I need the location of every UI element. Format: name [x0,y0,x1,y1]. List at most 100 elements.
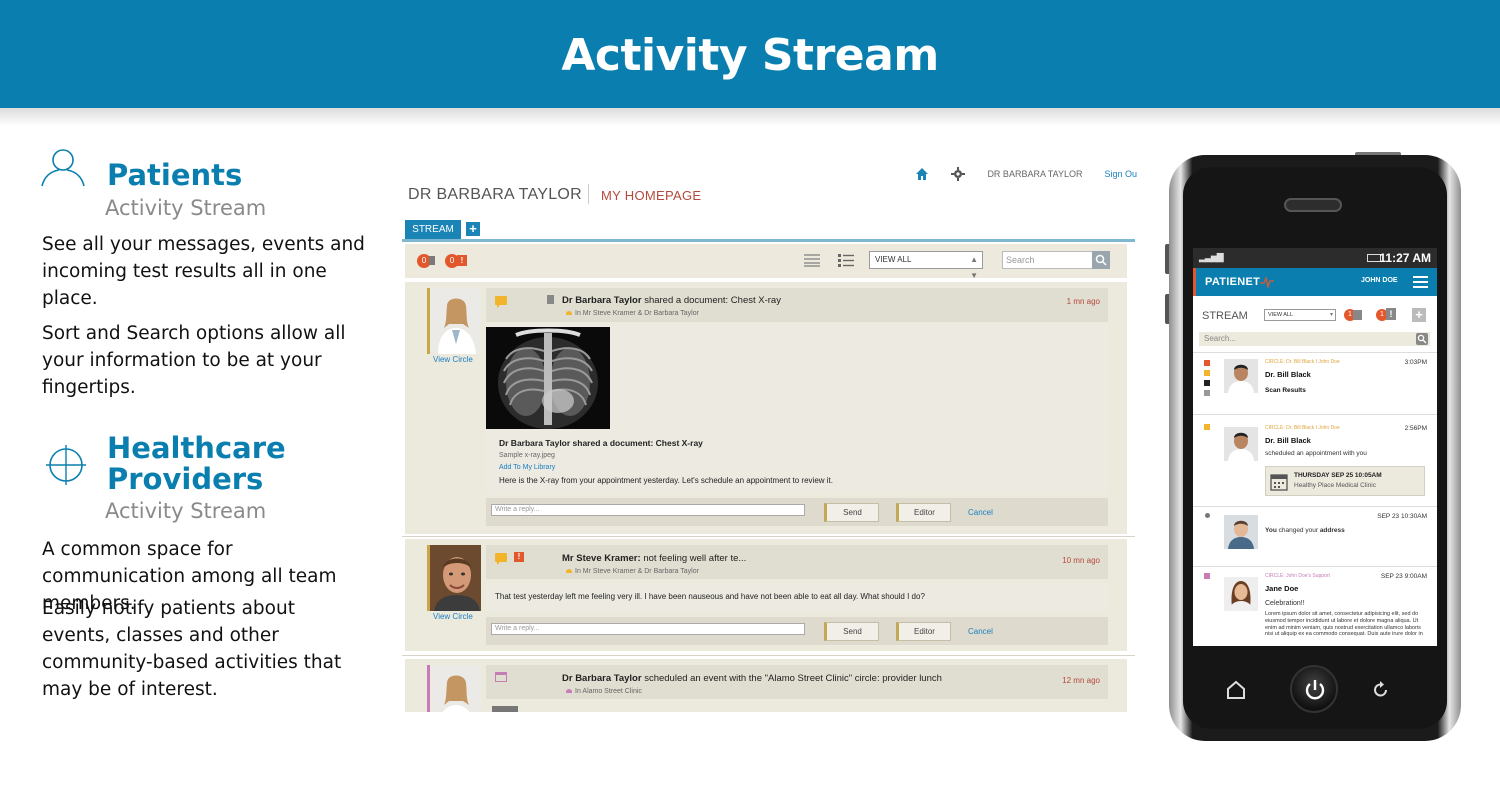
alert-icon: ! [457,255,467,266]
send-button[interactable]: Send [824,622,879,641]
reply-input[interactable]: Write a reply... [491,504,805,516]
post-action: shared a document: Chest X-ray [644,295,781,306]
document-icon [547,295,554,304]
item-text: scheduled an appointment with you [1265,450,1367,457]
item-author: Dr. Bill Black [1265,436,1311,445]
post-time: 1 mn ago [1066,297,1100,306]
message-icon [429,256,435,265]
item-text: You changed your address [1265,527,1345,534]
view-circle-link[interactable]: View Circle [433,355,473,364]
page-title: Activity Stream [561,30,939,81]
compact-list-icon[interactable] [803,253,821,267]
avatar[interactable] [427,665,481,712]
document-icon [1204,390,1210,396]
avatar [1224,359,1258,393]
heartbeat-icon [1260,276,1274,288]
patients-title: Patients [107,158,243,192]
phone-user-name[interactable]: JOHN DOE [1361,277,1398,284]
sign-out-link[interactable]: Sign Ou [1104,169,1137,179]
stream-post: View Circle ! Mr Steve Kramer: not feeli… [405,539,1127,651]
power-home-button[interactable] [1290,665,1338,713]
view-all-select[interactable]: VIEW ALL ▾ [1264,309,1336,321]
post-circle: In Mr Steve Kramer & Dr Barbara Taylor [566,310,699,317]
reply-bar: Write a reply... Send Editor Cancel [486,617,1108,645]
stream-item[interactable]: SEP 23 10:30AM You changed your address [1193,506,1437,566]
item-title: Celebration!! [1265,600,1305,607]
post-message: Here is the X-ray from your appointment … [499,476,833,485]
alert-icon: ! [1386,308,1396,320]
add-button[interactable]: + [1412,308,1426,322]
select-arrow-icon: ▲ ▼ [970,255,978,280]
stream-item[interactable]: CIRCLE: John Doe's Support SEP 23 9:00AM… [1193,566,1437,646]
add-to-library-link[interactable]: Add To My Library [499,464,555,471]
view-all-value: VIEW ALL [1268,312,1294,318]
stream-item[interactable]: CIRCLE: Dr. Bill Black I John Doe 3:03PM… [1193,352,1437,414]
providers-title-2: Providers [107,462,264,496]
refresh-icon[interactable] [1371,680,1391,700]
alert-icon [1204,360,1210,366]
view-circle-link[interactable]: View Circle [433,612,473,621]
editor-button[interactable]: Editor [896,622,951,641]
send-button[interactable]: Send [824,503,879,522]
status-time: 11:27 AM [1379,251,1431,265]
hamburger-menu-icon[interactable] [1413,276,1428,288]
post-author[interactable]: Mr Steve Kramer: [562,553,641,564]
event-card[interactable]: THURSDAY SEP 25 10:05AM Healthy Place Me… [1265,466,1425,496]
tab-stream[interactable]: STREAM [405,220,461,239]
message-icon [495,296,507,308]
calendar-icon [495,672,507,682]
search-input[interactable]: Search [1002,251,1110,269]
post-author[interactable]: Dr Barbara Taylor [562,295,642,306]
my-homepage-link[interactable]: MY HOMEPAGE [601,188,701,203]
search-placeholder: Search [1006,255,1035,265]
post-message: That test yesterday left me feeling very… [495,592,925,601]
patient-icon [41,149,85,187]
home-icon[interactable] [915,167,929,181]
xray-image[interactable] [486,327,610,429]
circle-icon [566,689,572,694]
item-time: 3:03PM [1404,359,1427,366]
providers-title: Healthcare [107,431,286,465]
gear-icon[interactable] [951,167,966,181]
home-icon[interactable] [1226,680,1246,700]
reply-input[interactable]: Write a reply... [491,623,805,635]
post-title: Mr Steve Kramer: not feeling well after … [562,553,746,564]
post-divider [402,536,1135,537]
avatar[interactable] [427,288,481,354]
document-filename: Sample x-ray.jpeg [499,452,555,459]
header-banner: Activity Stream [0,0,1500,108]
post-author[interactable]: Dr Barbara Taylor [562,673,642,684]
add-tab-button[interactable]: + [466,222,480,236]
item-time: 2:56PM [1404,425,1427,432]
signal-icon: ▂▃▅▇ [1199,252,1224,262]
post-action: scheduled an event with the "Alamo Stree… [644,673,942,684]
calendar-icon [1204,424,1210,430]
circle-icon [566,569,572,574]
detail-list-icon[interactable] [837,253,855,269]
view-all-select[interactable]: VIEW ALL ▲ ▼ [869,251,983,280]
stream-label: STREAM [1202,310,1248,322]
post-header: Dr Barbara Taylor scheduled an event wit… [486,665,1108,699]
top-nav: DR BARBARA TAYLOR Sign Ou [915,164,1137,184]
patients-description-2: Sort and Search options allow all your i… [42,323,346,398]
search-icon[interactable] [1092,251,1110,269]
cancel-link[interactable]: Cancel [968,627,993,636]
providers-subtitle: Activity Stream [105,499,267,523]
post-circle-text: In Mr Steve Kramer & Dr Barbara Taylor [575,568,699,575]
post-divider [402,655,1135,656]
post-title: Dr Barbara Taylor shared a document: Che… [562,295,781,306]
crosshair-icon [46,445,86,485]
patients-description: See all your messages, events and incomi… [42,234,365,309]
avatar[interactable] [427,545,481,611]
search-input[interactable]: Search... [1199,332,1430,346]
search-icon[interactable] [1416,333,1428,345]
stream-item[interactable]: CIRCLE: Dr. Bill Black I John Doe 2:56PM… [1193,414,1437,506]
editor-button[interactable]: Editor [896,503,951,522]
cancel-link[interactable]: Cancel [968,508,993,517]
post-time: 12 mn ago [1062,676,1100,685]
post-circle: In Mr Steve Kramer & Dr Barbara Taylor [566,568,699,575]
alert-icon: ! [514,552,524,562]
item-text: Scan Results [1265,387,1306,394]
gear-icon [1205,513,1210,518]
event-date: THURSDAY SEP 25 10:05AM [1294,472,1382,479]
